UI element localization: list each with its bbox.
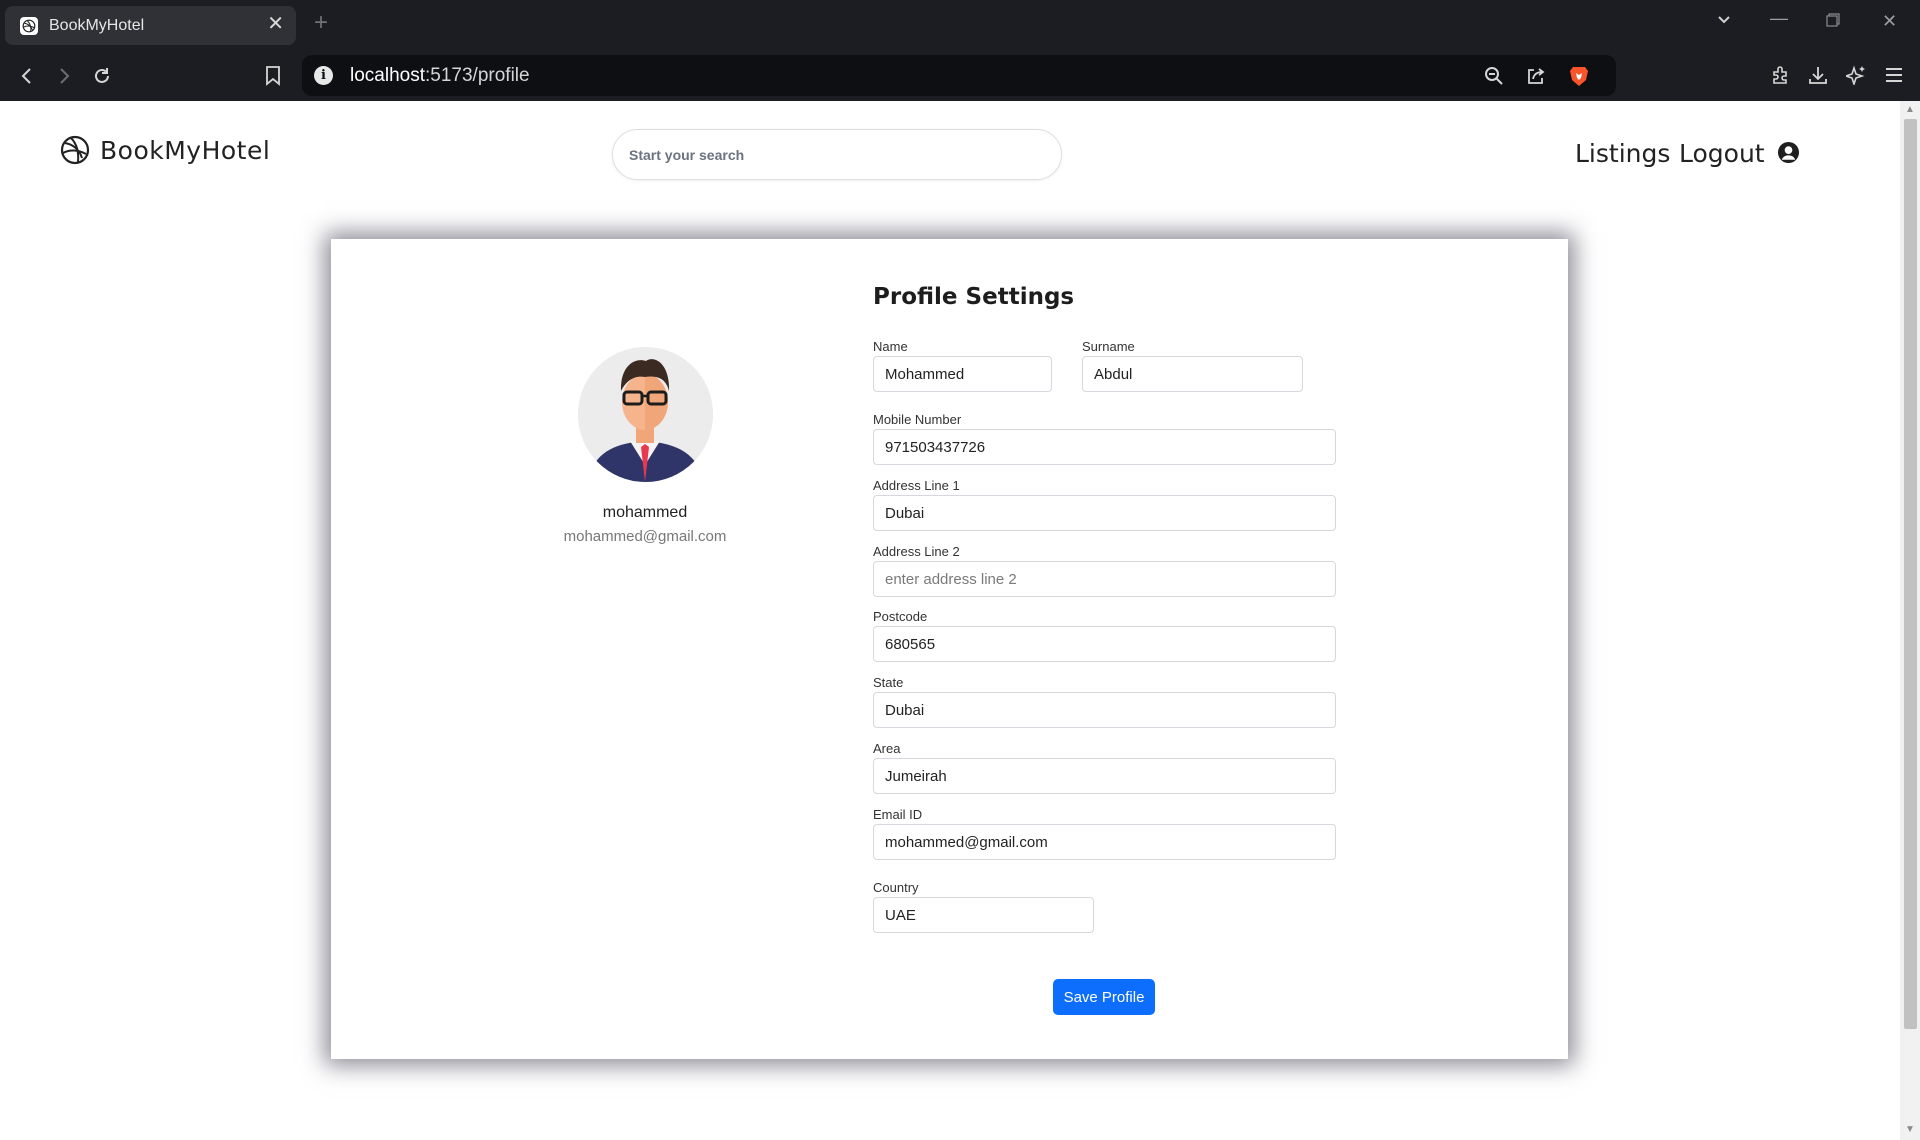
search-bar[interactable] <box>612 129 1062 180</box>
close-window-icon[interactable]: ✕ <box>1882 11 1897 32</box>
search-input[interactable] <box>627 143 1027 167</box>
mobile-label: Mobile Number <box>873 412 962 427</box>
nav-logout-link[interactable]: Logout <box>1679 139 1765 168</box>
site-favicon-icon <box>20 17 38 35</box>
name-label: Name <box>873 339 908 354</box>
logo-dribbble-icon <box>60 135 90 165</box>
address1-input[interactable] <box>874 496 1335 530</box>
site-info-icon[interactable]: i <box>314 66 333 85</box>
state-field[interactable] <box>873 692 1336 728</box>
tab-list-chevron-icon[interactable] <box>1716 11 1732 32</box>
surname-field[interactable] <box>1082 356 1303 392</box>
save-profile-button[interactable]: Save Profile <box>1053 979 1155 1015</box>
surname-input[interactable] <box>1083 357 1302 391</box>
postcode-field[interactable] <box>873 626 1336 662</box>
reload-icon[interactable] <box>88 62 116 90</box>
download-icon[interactable] <box>1805 62 1831 88</box>
state-label: State <box>873 675 904 690</box>
name-field[interactable] <box>873 356 1052 392</box>
restore-icon[interactable] <box>1826 11 1840 32</box>
extensions-icon[interactable] <box>1768 62 1794 88</box>
brand-name: BookMyHotel <box>100 135 271 165</box>
menu-icon[interactable] <box>1881 62 1907 88</box>
new-tab-icon[interactable]: + <box>314 11 328 35</box>
avatar-illustration <box>578 347 713 482</box>
leo-ai-icon[interactable] <box>1843 62 1869 88</box>
brave-shields-icon[interactable] <box>1567 64 1591 88</box>
country-label: Country <box>873 880 919 895</box>
page-scrollbar[interactable]: ▲ ▼ <box>1900 101 1920 1140</box>
forward-icon[interactable] <box>50 62 78 90</box>
address2-field[interactable] <box>873 561 1336 597</box>
area-input[interactable] <box>874 759 1335 793</box>
email-label: Email ID <box>873 807 923 822</box>
browser-tab-bar: BookMyHotel ✕ + — ✕ <box>0 0 1920 50</box>
tab-title: BookMyHotel <box>49 17 145 34</box>
minimize-icon[interactable]: — <box>1770 8 1788 29</box>
zoom-icon[interactable] <box>1482 64 1506 88</box>
postcode-label: Postcode <box>873 609 928 624</box>
area-label: Area <box>873 741 901 756</box>
email-field[interactable] <box>873 824 1336 860</box>
profile-avatar <box>578 347 713 482</box>
surname-label: Surname <box>1082 339 1135 354</box>
bookmark-icon[interactable] <box>259 62 287 90</box>
form-title: Profile Settings <box>873 284 1075 310</box>
user-account-icon[interactable] <box>1777 141 1800 164</box>
nav-listings-link[interactable]: Listings <box>1575 139 1670 168</box>
scroll-thumb[interactable] <box>1904 119 1917 1029</box>
address2-input[interactable] <box>874 562 1335 596</box>
scroll-down-arrow-icon[interactable]: ▼ <box>1904 1124 1916 1136</box>
address-bar[interactable]: i localhost:5173/profile <box>302 55 1616 96</box>
address2-label: Address Line 2 <box>873 544 960 559</box>
back-icon[interactable] <box>13 62 41 90</box>
scroll-up-arrow-icon[interactable]: ▲ <box>1904 104 1916 116</box>
postcode-input[interactable] <box>874 627 1335 661</box>
page-viewport: BookMyHotel Listings Logout <box>0 101 1900 1140</box>
profile-username: mohammed <box>602 504 688 521</box>
share-icon[interactable] <box>1524 64 1548 88</box>
name-input[interactable] <box>874 357 1051 391</box>
mobile-field[interactable] <box>873 429 1336 465</box>
address1-field[interactable] <box>873 495 1336 531</box>
profile-email: mohammed@gmail.com <box>563 528 727 545</box>
country-input[interactable] <box>874 898 1093 932</box>
country-field[interactable] <box>873 897 1094 933</box>
state-input[interactable] <box>874 693 1335 727</box>
profile-card: mohammed mohammed@gmail.com Profile Sett… <box>331 239 1568 1059</box>
site-logo[interactable]: BookMyHotel <box>60 135 270 165</box>
address1-label: Address Line 1 <box>873 478 960 493</box>
browser-tab[interactable]: BookMyHotel ✕ <box>5 6 296 45</box>
url-text[interactable]: localhost:5173/profile <box>350 65 530 87</box>
mobile-input[interactable] <box>874 430 1335 464</box>
email-input[interactable] <box>874 825 1335 859</box>
tab-close-icon[interactable]: ✕ <box>267 14 284 34</box>
area-field[interactable] <box>873 758 1336 794</box>
browser-toolbar: i localhost:5173/profile <box>0 50 1920 101</box>
